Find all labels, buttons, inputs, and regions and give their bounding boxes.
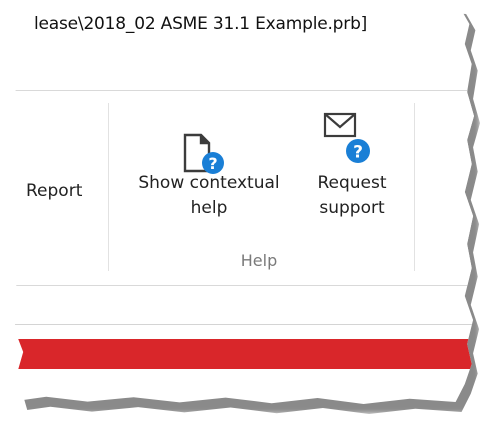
ribbon-separator	[108, 103, 109, 271]
document-question-icon: ?	[183, 133, 224, 174]
contextual-help-label-line1: Show contextual	[138, 173, 280, 193]
report-button[interactable]: Report	[26, 179, 82, 204]
svg-text:?: ?	[353, 143, 363, 163]
envelope-question-icon: ?	[323, 112, 370, 163]
request-support-label-line1: Request	[317, 173, 387, 193]
status-bar	[14, 339, 474, 369]
request-support-button[interactable]: ? Request support	[306, 101, 398, 241]
contextual-help-label-line2: help	[190, 198, 228, 218]
panel-divider	[14, 324, 474, 325]
show-contextual-help-button[interactable]: ? Show contextual help	[118, 131, 300, 241]
request-support-label-line2: support	[319, 198, 385, 218]
ribbon-panel: Report ? Show contextual help ? Request …	[14, 90, 474, 286]
window-title: lease\2018_02 ASME 31.1 Example.prb]	[34, 14, 368, 34]
screenshot-card: lease\2018_02 ASME 31.1 Example.prb] Rep…	[14, 4, 474, 404]
help-group-label: Help	[240, 251, 278, 270]
ribbon-separator	[414, 103, 415, 271]
